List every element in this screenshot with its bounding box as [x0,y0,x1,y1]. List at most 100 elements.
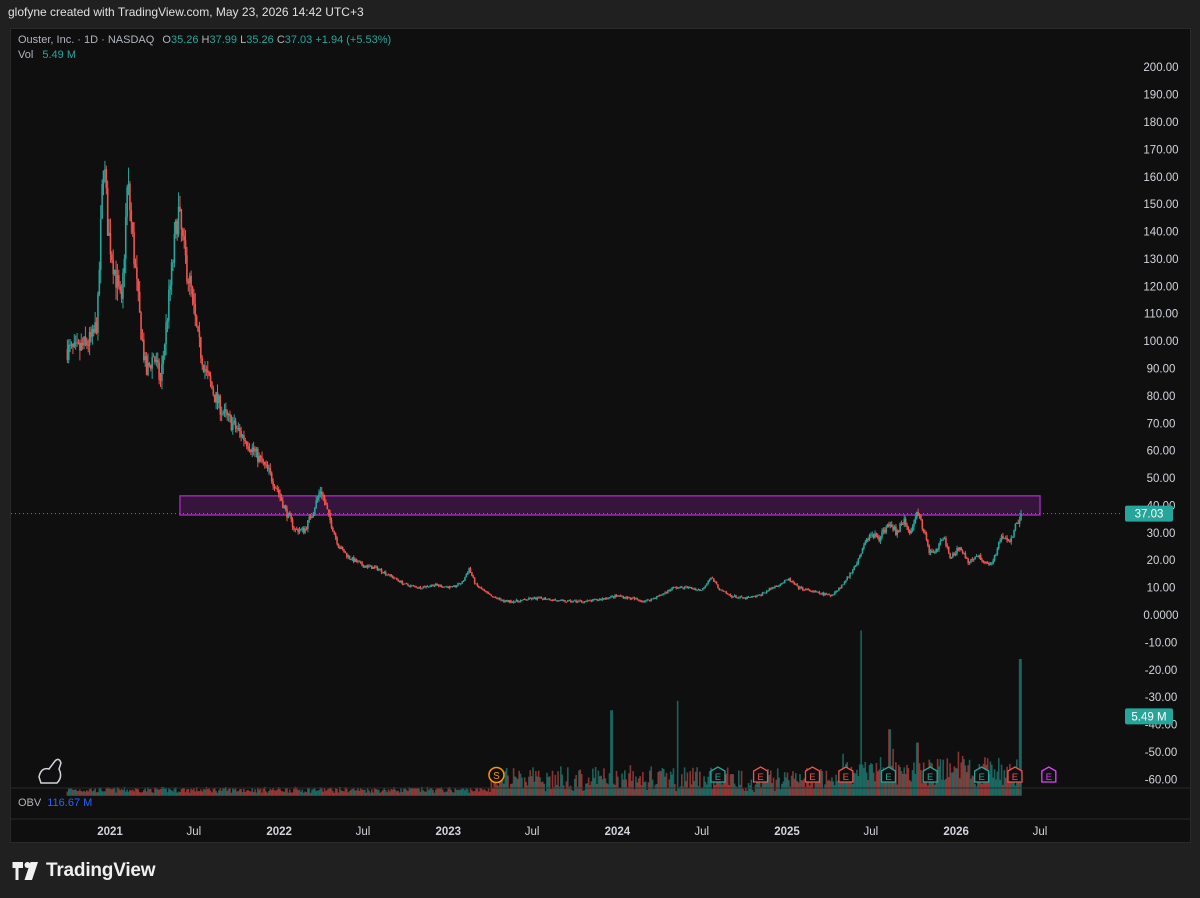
candle-body [112,260,115,275]
volume-bar [99,787,102,796]
earnings-marker-label: E [809,772,815,783]
volume-bar [633,789,636,796]
volume-bar [960,762,963,796]
candle-body [977,556,979,558]
earnings-marker-label: E [885,772,891,783]
candle-body [959,547,961,551]
candle-body [725,591,728,594]
candle-body [79,342,81,351]
candle-body [273,485,276,488]
x-tick-label: Jul [1033,826,1048,838]
candle-body [1007,540,1010,542]
volume-bar [510,784,512,796]
volume-bar [562,785,565,796]
volume-bar [942,759,944,796]
tradingview-logo-icon [12,862,38,880]
volume-bar [585,783,587,796]
candle-body [746,597,748,599]
candle-body [890,524,893,528]
y-tick-label: -30.00 [1145,692,1178,704]
volume-bar [361,789,363,796]
volume-bar [547,776,550,796]
candle-body [608,597,611,599]
volume-bar [971,775,974,796]
volume-bar [851,784,854,796]
volume-bar [401,791,404,796]
volume-bar [165,788,167,796]
candle-body [541,598,544,600]
candle-body [501,599,504,601]
price-chart[interactable]: 200.00 190.00 180.00 170.00 160.00 150.00 140.… [11,29,1190,842]
candle-body [537,597,540,599]
volume-bar [383,787,386,796]
volume-bar [402,788,405,796]
volume-bar [437,788,440,796]
candle-body [706,583,708,586]
chart-frame[interactable]: 200.00 190.00 180.00 170.00 160.00 150.00 140.… [10,28,1191,843]
volume-badge-label: 5.49 M [1131,711,1166,723]
volume-bar [141,791,144,796]
tradingview-logo[interactable]: TradingView [12,860,156,882]
volume-bar [270,790,273,796]
candle-body [348,555,351,559]
candle-body [418,586,420,588]
volume-bar [539,777,541,796]
volume-bar [70,788,73,796]
candle-body [404,583,406,585]
candle-body [187,281,190,284]
volume-bar [67,788,70,796]
volume-bar [345,788,348,796]
volume-bar [173,788,176,796]
volume-bar [376,789,379,796]
candle-body [790,581,793,582]
volume-bar [95,792,98,796]
volume-bar [832,781,835,796]
candle-body [1004,537,1007,539]
volume-bar [593,777,596,796]
candle-body [646,599,648,601]
candle-body [644,600,647,602]
volume-bar [156,789,159,796]
volume-bar [708,771,711,796]
volume-bar [282,791,284,796]
candle-body [251,447,254,453]
candle-body [728,594,730,595]
candle-body [693,588,696,590]
candle-body [758,594,761,596]
candle-body [180,209,183,230]
volume-bar [511,783,514,796]
volume-bar [279,788,281,796]
candle-body [543,598,545,600]
volume-bar [525,781,527,796]
candle-body [906,524,908,528]
candle-body [172,262,174,264]
candle-body [779,583,782,585]
volume-bar [362,789,365,796]
candle-body [383,571,386,574]
candle-body [162,356,165,364]
candle-body [244,440,247,442]
y-tick-label: 130.00 [1143,254,1178,266]
close-value: 37.03 [284,34,313,46]
candle-body [621,596,623,598]
obv-value: 116.67 M [47,797,93,809]
candle-body [829,595,832,597]
volume-bar [247,790,249,796]
volume-bar [674,784,676,796]
candle-body [354,559,356,562]
volume-bar [312,788,315,796]
volume-bar [854,773,857,796]
volume-bar [711,788,714,796]
volume-bar [636,782,639,796]
x-tick-label: 2026 [943,826,969,838]
candle-body [954,553,957,556]
candle-body [350,558,352,560]
candle-body [143,339,145,361]
volume-bar [868,765,871,796]
candle-body [712,578,715,582]
volume-bar [394,789,397,796]
candle-body [447,586,450,589]
candle-body [628,597,630,598]
candle-body [87,345,90,346]
candle-body [610,596,612,598]
